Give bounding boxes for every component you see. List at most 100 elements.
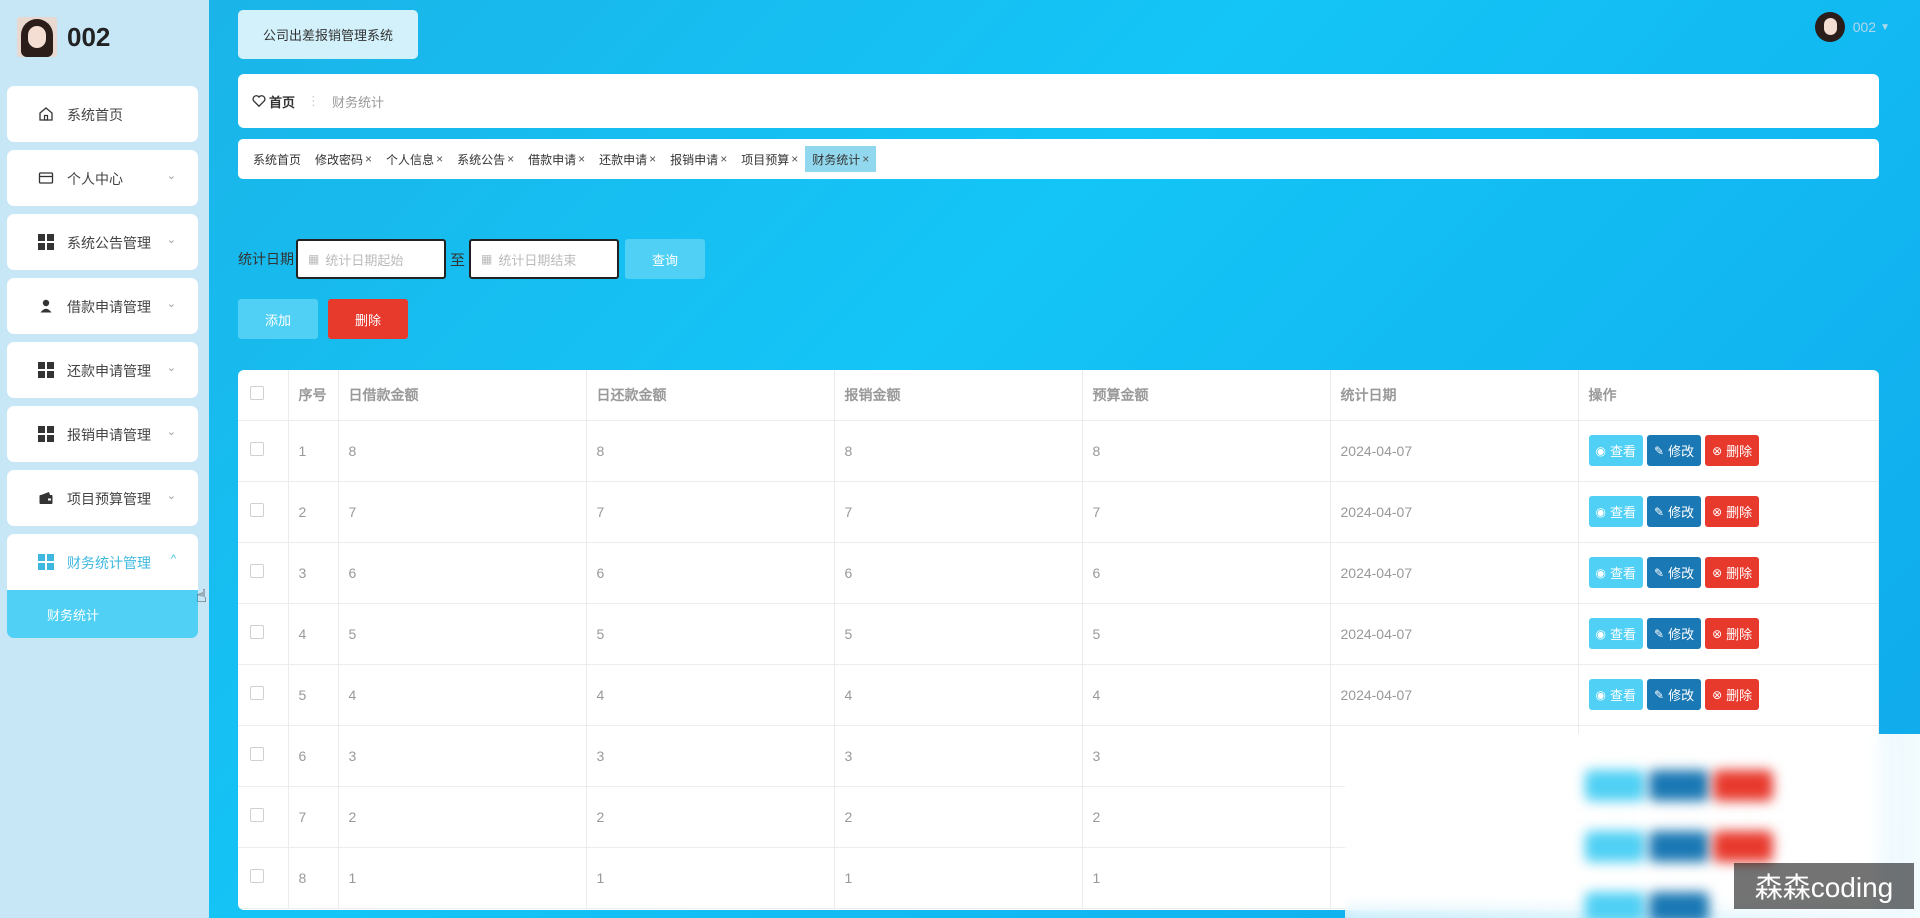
sidebar-item-label: 个人中心 (67, 171, 123, 187)
calendar-icon: ▦ (308, 252, 320, 266)
row-checkbox[interactable] (250, 503, 264, 517)
close-icon[interactable]: × (578, 152, 585, 166)
batch-delete-button[interactable]: 删除 (328, 299, 408, 339)
view-button[interactable]: ◉ 查看 (1588, 435, 1643, 466)
tag-change-password[interactable]: 修改密码 × (308, 146, 379, 172)
edit-button[interactable]: ✎ 修改 (1647, 679, 1702, 710)
tag-budget[interactable]: 项目预算 × (734, 146, 805, 172)
cell-no: 6 (288, 725, 339, 787)
close-icon[interactable]: × (862, 152, 869, 166)
tag-finance-stats[interactable]: 财务统计 × (805, 146, 877, 172)
eye-icon: ◉ (1595, 504, 1606, 519)
view-label: 查看 (1609, 444, 1636, 459)
system-title: 公司出差报销管理系统 (238, 10, 418, 59)
date-start-input[interactable]: ▦ 统计日期起始 (296, 239, 446, 279)
select-all-cell (238, 370, 289, 421)
close-icon[interactable]: × (720, 152, 727, 166)
delete-button[interactable]: ⊗ 删除 (1705, 618, 1760, 649)
row-checkbox[interactable] (250, 808, 264, 822)
top-username: 002 (1852, 19, 1877, 35)
grid-icon (38, 362, 54, 378)
sidebar-item-reimburse[interactable]: 报销申请管理 ⌄ (7, 406, 198, 462)
row-checkbox[interactable] (250, 686, 264, 700)
select-all-checkbox[interactable] (250, 386, 264, 401)
tag-label: 借款申请 (528, 152, 577, 167)
view-button[interactable]: ◉ 查看 (1588, 557, 1643, 588)
sidebar-item-personal[interactable]: 个人中心 ⌄ (7, 150, 198, 206)
close-icon[interactable]: × (791, 152, 798, 166)
cell-no: 5 (288, 664, 339, 726)
cell-date: 2024-04-07 (1330, 603, 1579, 665)
sidebar-item-label: 项目预算管理 (67, 491, 151, 507)
row-checkbox[interactable] (250, 747, 264, 761)
close-icon[interactable]: × (507, 152, 514, 166)
eye-icon: ◉ (1595, 626, 1606, 641)
breadcrumb-home[interactable]: 首页 (269, 92, 295, 111)
close-icon[interactable]: × (436, 152, 443, 166)
top-user-menu[interactable]: 002 ▼ (1814, 12, 1890, 42)
submenu-item-finance-stats[interactable]: 财务统计 (7, 590, 198, 638)
tag-borrow[interactable]: 借款申请 × (521, 146, 592, 172)
tag-personal-info[interactable]: 个人信息 × (379, 146, 450, 172)
table-header-row: 序号 日借款金额 日还款金额 报销金额 预算金额 统计日期 操作 (238, 370, 1879, 421)
row-checkbox[interactable] (250, 564, 264, 578)
table-row: 1 8 8 8 8 2024-04-07 ◉ 查看 ✎ 修改 ⊗ 删除 (238, 420, 1879, 482)
tags-bar: 系统首页 修改密码 × 个人信息 × 系统公告 × 借款申请 × 还款申请 × 报销申请 ×… (238, 139, 1879, 179)
sidebar-item-repay[interactable]: 还款申请管理 ⌄ (7, 342, 198, 398)
calendar-icon: ▦ (481, 252, 493, 266)
delete-button[interactable]: ⊗ 删除 (1705, 496, 1760, 527)
sidebar-menu: 系统首页 个人中心 ⌄ 系统公告管理 ⌄ 借款申请管理 ⌄ 还款申请管理 ⌄ 报… (7, 86, 198, 638)
action-bar: 添加 删除 (238, 299, 408, 339)
filter-bar: 统计日期 ▦ 统计日期起始 至 ▦ 统计日期结束 查询 (238, 239, 706, 279)
row-select-cell (238, 420, 289, 482)
sidebar-item-notice[interactable]: 系统公告管理 ⌄ (7, 214, 198, 270)
row-checkbox[interactable] (250, 442, 264, 456)
cell-reimburse: 6 (834, 542, 1083, 604)
edit-button[interactable]: ✎ 修改 (1647, 618, 1702, 649)
query-button[interactable]: 查询 (625, 239, 706, 279)
cell-no: 1 (288, 420, 339, 482)
grid-icon (38, 234, 54, 250)
edit-button[interactable]: ✎ 修改 (1647, 435, 1702, 466)
date-end-input[interactable]: ▦ 统计日期结束 (469, 239, 620, 279)
edit-button[interactable]: ✎ 修改 (1647, 557, 1702, 588)
close-icon[interactable]: × (365, 152, 372, 166)
sidebar-item-finance[interactable]: 财务统计管理 ^ (7, 534, 198, 590)
row-checkbox[interactable] (250, 625, 264, 639)
cell-ops: ◉ 查看 ✎ 修改 ⊗ 删除 (1578, 542, 1879, 604)
cell-repay: 5 (586, 603, 835, 665)
cell-repay: 6 (586, 542, 835, 604)
circle-x-icon: ⊗ (1712, 565, 1723, 580)
cell-borrow: 3 (338, 725, 587, 787)
cell-reimburse: 2 (834, 786, 1083, 848)
sidebar-item-budget[interactable]: 项目预算管理 ⌄ (7, 470, 198, 526)
view-button[interactable]: ◉ 查看 (1588, 618, 1643, 649)
cell-borrow: 6 (338, 542, 587, 604)
home-icon (39, 107, 53, 121)
delete-label: 删除 (1726, 688, 1753, 703)
date-range-separator: 至 (450, 251, 466, 269)
sidebar-item-borrow[interactable]: 借款申请管理 ⌄ (7, 278, 198, 334)
edit-label: 修改 (1668, 444, 1695, 459)
edit-button[interactable]: ✎ 修改 (1647, 496, 1702, 527)
tag-reimburse[interactable]: 报销申请 × (663, 146, 734, 172)
delete-button[interactable]: ⊗ 删除 (1705, 557, 1760, 588)
close-icon[interactable]: × (649, 152, 656, 166)
view-button[interactable]: ◉ 查看 (1588, 679, 1643, 710)
circle-x-icon: ⊗ (1712, 504, 1723, 519)
view-button[interactable]: ◉ 查看 (1588, 496, 1643, 527)
tag-repay[interactable]: 还款申请 × (592, 146, 663, 172)
cell-reimburse: 3 (834, 725, 1083, 787)
eye-icon: ◉ (1595, 443, 1606, 458)
sidebar-user: 002 (17, 17, 110, 57)
tag-notice[interactable]: 系统公告 × (450, 146, 521, 172)
person-icon (40, 299, 52, 313)
tag-home[interactable]: 系统首页 (246, 146, 308, 172)
delete-button[interactable]: ⊗ 删除 (1705, 679, 1760, 710)
row-checkbox[interactable] (250, 869, 264, 883)
delete-button[interactable]: ⊗ 删除 (1705, 435, 1760, 466)
sidebar-item-home[interactable]: 系统首页 (7, 86, 198, 142)
add-button[interactable]: 添加 (238, 299, 318, 339)
edit-label: 修改 (1668, 627, 1695, 642)
hand-cursor-icon: ☝ (196, 586, 207, 606)
